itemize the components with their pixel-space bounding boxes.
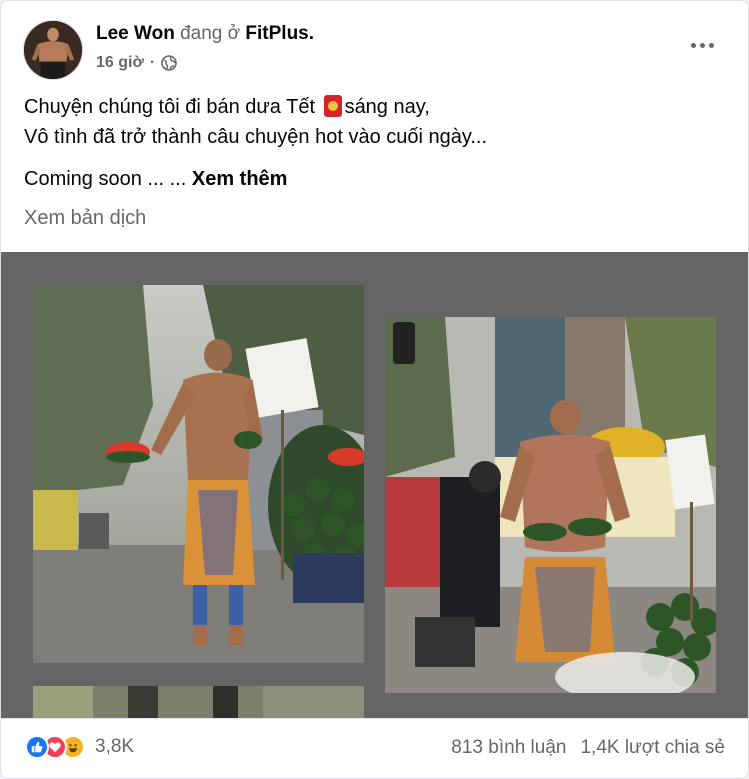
post-text-line-2: Vô tình đã trở thành câu chuyện hot vào …	[24, 126, 488, 148]
comments-count-link[interactable]: 813 bình luận	[451, 737, 566, 759]
see-more-link[interactable]: Xem thêm	[192, 168, 288, 190]
like-icon	[25, 735, 49, 759]
post-footer: 3,8K 813 bình luận 1,4K lượt chia sẻ	[1, 718, 748, 778]
checkin-text: đang ở	[180, 23, 241, 44]
post-card: Lee Won đang ở FitPlus. 16 giờ · Chuyện …	[0, 0, 749, 779]
reaction-count: 3,8K	[95, 736, 135, 757]
avatar-image	[24, 21, 82, 79]
avatar[interactable]	[23, 20, 83, 80]
post-text: Chuyện chúng tôi đi bán dưa Tết sáng nay…	[24, 93, 724, 193]
more-options-button[interactable]	[684, 31, 720, 59]
reactions-summary[interactable]: 3,8K	[25, 735, 134, 759]
post-text-line-3: Coming soon ... ... Xem thêm	[24, 165, 724, 193]
post-text-line-1b: sáng nay,	[344, 96, 430, 118]
post-author-line: Lee Won đang ở FitPlus.	[96, 23, 314, 45]
engagement-stats: 813 bình luận 1,4K lượt chia sẻ	[451, 737, 725, 759]
post-meta: 16 giờ ·	[96, 54, 177, 72]
post-text-line-1a: Chuyện chúng tôi đi bán dưa Tết	[24, 96, 315, 118]
meta-separator: ·	[149, 54, 156, 71]
place-name[interactable]: FitPlus.	[245, 23, 314, 44]
photo-2[interactable]	[385, 317, 716, 693]
more-horizontal-icon	[690, 42, 696, 48]
red-envelope-icon	[323, 95, 342, 117]
photo-3[interactable]	[33, 686, 364, 718]
post-text-line-1: Chuyện chúng tôi đi bán dưa Tết sáng nay…	[24, 93, 724, 121]
more-dot	[699, 42, 705, 48]
more-dot	[708, 42, 714, 48]
post-time[interactable]: 16 giờ	[96, 54, 144, 72]
photo-1[interactable]	[33, 285, 364, 663]
globe-icon[interactable]	[161, 55, 177, 71]
see-translation-link[interactable]: Xem bản dịch	[24, 207, 146, 230]
shares-count-link[interactable]: 1,4K lượt chia sẻ	[580, 737, 725, 759]
author-name[interactable]: Lee Won	[96, 23, 175, 44]
post-text-line-3-text: Coming soon ... ...	[24, 168, 187, 190]
photo-gallery	[1, 252, 748, 718]
post-header: Lee Won đang ở FitPlus. 16 giờ ·	[1, 1, 748, 89]
